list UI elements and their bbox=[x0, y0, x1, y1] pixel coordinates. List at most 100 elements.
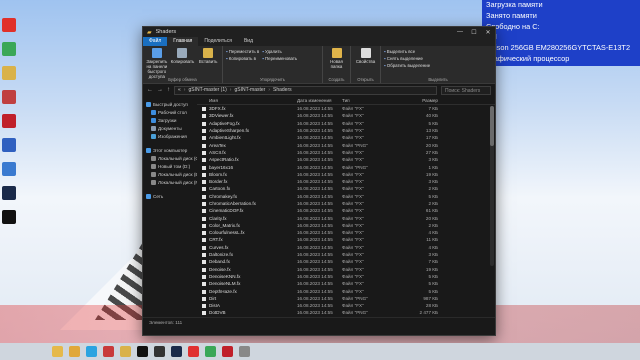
file-row[interactable]: Dirt 16.08.2023 14:55 Файл "PNG" 987 КБ bbox=[197, 295, 495, 302]
nav-item[interactable]: Изображения bbox=[143, 132, 197, 140]
nav-item[interactable]: Этот компьютер bbox=[143, 146, 197, 154]
capcut-icon[interactable] bbox=[137, 346, 148, 357]
files-icon[interactable] bbox=[120, 346, 131, 357]
photoshop-icon[interactable] bbox=[171, 346, 182, 357]
minimize-button[interactable]: — bbox=[453, 29, 467, 36]
file-row[interactable]: Deband.fx 16.08.2023 14:55 Файл "FX" 7 КБ bbox=[197, 258, 495, 265]
title-bar[interactable]: ▰ Shaders — ☐ ✕ bbox=[143, 27, 495, 37]
nav-item-icon bbox=[146, 147, 151, 153]
file-row[interactable]: Border.fx 16.08.2023 14:55 Файл "FX" 3 КБ bbox=[197, 178, 495, 185]
file-row[interactable]: AdaptiveSharpen.fx 16.08.2023 14:55 Файл "… bbox=[197, 127, 495, 134]
file-size: 5 КБ bbox=[428, 193, 438, 199]
app-icon[interactable] bbox=[2, 90, 16, 104]
move-to-button[interactable]: Переместить в bbox=[226, 49, 259, 54]
breadcrumb-item[interactable]: gSINT-master (1) bbox=[188, 87, 226, 93]
select-all-button[interactable]: Выделить все bbox=[384, 49, 430, 54]
file-row[interactable]: 3DViewer.fx 16.08.2023 14:55 Файл "FX" 40 К… bbox=[197, 112, 495, 119]
file-row[interactable]: 3DFX.fx 16.08.2023 14:55 Файл "FX" 7 КБ bbox=[197, 105, 495, 112]
file-row[interactable]: Denoise.fx 16.08.2023 14:55 Файл "FX" 19 КБ bbox=[197, 266, 495, 273]
window-icon[interactable] bbox=[2, 162, 16, 176]
close-button[interactable]: ✕ bbox=[481, 29, 495, 36]
tab-share[interactable]: Поделиться bbox=[198, 37, 238, 46]
tab-view[interactable]: Вид bbox=[238, 37, 259, 46]
breadcrumb-item[interactable]: Shaders bbox=[273, 87, 292, 93]
file-name: CinematicDOF.fx bbox=[197, 208, 297, 214]
file-row[interactable]: Daltonize.fx 16.08.2023 14:55 Файл "FX" 3 К… bbox=[197, 251, 495, 258]
breadcrumb-item[interactable]: gSINT-master bbox=[234, 87, 265, 93]
file-row[interactable]: DotDVB 16.08.2023 14:55 Файл "PNG" 2 477 КБ bbox=[197, 309, 495, 316]
file-row[interactable]: Color_Matrix.fx 16.08.2023 14:55 Файл "FX"… bbox=[197, 222, 495, 229]
file-row[interactable]: DepthHaze.fx 16.08.2023 14:55 Файл "FX" 5 К… bbox=[197, 287, 495, 294]
chrome-icon[interactable] bbox=[205, 346, 216, 357]
tab-file[interactable]: Файл bbox=[143, 37, 168, 46]
file-row[interactable]: Chromakey.fx 16.08.2023 14:55 Файл "FX" 5 К… bbox=[197, 193, 495, 200]
file-row[interactable]: DenoiseNLM.fx 16.08.2023 14:55 Файл "FX" 5 … bbox=[197, 280, 495, 287]
aida64-icon[interactable] bbox=[2, 114, 16, 128]
file-row[interactable]: AspectRatio.fx 16.08.2023 14:55 Файл "FX" 3… bbox=[197, 156, 495, 163]
column-name[interactable]: Имя bbox=[197, 98, 297, 103]
file-row[interactable]: AreaTex 16.08.2023 14:55 Файл "PNG" 20 КБ bbox=[197, 141, 495, 148]
breadcrumb[interactable]: « › gSINT-master (1) › gSINT-master › Sh… bbox=[174, 85, 437, 95]
up-arrow-icon[interactable]: ↑ bbox=[167, 87, 170, 93]
column-size[interactable]: Размер bbox=[384, 98, 444, 103]
nav-item[interactable]: Локальный диск (F:) bbox=[143, 178, 197, 186]
file-row[interactable]: Curves.fx 16.08.2023 14:55 Файл "FX" 4 КБ bbox=[197, 244, 495, 251]
file-size: 5 КБ bbox=[428, 120, 438, 126]
file-name: DenoiseNLM.fx bbox=[197, 281, 297, 287]
breadcrumb-overflow[interactable]: « bbox=[178, 87, 181, 93]
file-row[interactable]: DenoiseKNN.fx 16.08.2023 14:55 Файл "FX" 5 … bbox=[197, 273, 495, 280]
nav-item[interactable]: Загрузки bbox=[143, 116, 197, 124]
file-row[interactable]: Clarity.fx 16.08.2023 14:55 Файл "FX" 20 КБ bbox=[197, 214, 495, 221]
column-date[interactable]: Дата изменения bbox=[297, 98, 342, 103]
tab-home[interactable]: Главная bbox=[167, 37, 199, 46]
capcut-icon[interactable] bbox=[2, 210, 16, 224]
telegram-icon[interactable] bbox=[86, 346, 97, 357]
folder-icon[interactable] bbox=[69, 346, 80, 357]
nav-item[interactable]: Быстрый доступ bbox=[143, 100, 197, 108]
file-row[interactable]: ChromaticAberration.fx 16.08.2023 14:55 Фа… bbox=[197, 200, 495, 207]
explorer-icon[interactable] bbox=[52, 346, 63, 357]
opera-icon[interactable] bbox=[2, 18, 16, 32]
file-row[interactable]: ColourfulnessL.fx 16.08.2023 14:55 Файл "F… bbox=[197, 229, 495, 236]
invert-selection-button[interactable]: Обратить выделение bbox=[384, 63, 430, 68]
select-none-button[interactable]: Снять выделение bbox=[384, 56, 430, 61]
search-input[interactable]: Поиск: Shaders bbox=[441, 85, 491, 95]
aida64-icon[interactable] bbox=[222, 346, 233, 357]
nav-item[interactable]: Локальный диск (E:) bbox=[143, 170, 197, 178]
file-row[interactable]: AmbientLight.fx 16.08.2023 14:55 Файл "FX"… bbox=[197, 134, 495, 141]
copy-icon bbox=[177, 48, 188, 58]
obs-icon[interactable] bbox=[154, 346, 165, 357]
file-row[interactable]: Bloom.fx 16.08.2023 14:55 Файл "FX" 19 КБ bbox=[197, 171, 495, 178]
file-type: Файл "FX" bbox=[342, 201, 364, 206]
rename-button[interactable]: Переименовать bbox=[262, 56, 297, 61]
file-row[interactable]: bayer16x16 16.08.2023 14:55 Файл "PNG" 1 КБ bbox=[197, 163, 495, 170]
copy-to-button[interactable]: Копировать в bbox=[226, 56, 259, 61]
settings-icon[interactable] bbox=[239, 346, 250, 357]
file-row[interactable]: ASCII.fx 16.08.2023 14:55 Файл "FX" 27 КБ bbox=[197, 149, 495, 156]
yandex-icon[interactable] bbox=[188, 346, 199, 357]
chrome-icon[interactable] bbox=[2, 42, 16, 56]
file-row[interactable]: AdaptiveFog.fx 16.08.2023 14:55 Файл "FX" 5… bbox=[197, 120, 495, 127]
vertical-scrollbar[interactable] bbox=[490, 106, 494, 266]
nav-item[interactable]: Локальный диск (C:) bbox=[143, 154, 197, 162]
delete-button[interactable]: Удалить bbox=[262, 49, 297, 54]
maximize-button[interactable]: ☐ bbox=[467, 29, 481, 36]
copy-label: Копировать bbox=[170, 59, 195, 64]
file-icon[interactable] bbox=[2, 66, 16, 80]
nav-item[interactable]: Сеть bbox=[143, 192, 197, 200]
explorer-window[interactable]: ▰ Shaders — ☐ ✕ Файл Главная Поделиться … bbox=[142, 26, 496, 336]
nav-item[interactable]: Новый том (D:) bbox=[143, 162, 197, 170]
file-row[interactable]: CinematicDOF.fx 16.08.2023 14:55 Файл "FX"… bbox=[197, 207, 495, 214]
back-arrow-icon[interactable]: ← bbox=[147, 87, 153, 93]
column-type[interactable]: Тип bbox=[342, 98, 384, 103]
file-row[interactable]: Cartoon.fx 16.08.2023 14:55 Файл "FX" 2 КБ bbox=[197, 185, 495, 192]
sysmon-line: Phison 256GB EM280256GYTCTAS-E13T2 bbox=[486, 43, 631, 53]
save-icon[interactable] bbox=[2, 138, 16, 152]
forward-arrow-icon[interactable]: → bbox=[157, 87, 163, 93]
photoshop-icon[interactable] bbox=[2, 186, 16, 200]
nav-item[interactable]: Документы bbox=[143, 124, 197, 132]
nav-item[interactable]: Рабочий стол bbox=[143, 108, 197, 116]
file-row[interactable]: CRT.fx 16.08.2023 14:55 Файл "FX" 11 КБ bbox=[197, 236, 495, 243]
file-row[interactable]: DisIA 16.08.2023 14:55 Файл "FX" 28 КБ bbox=[197, 302, 495, 309]
app-icon[interactable] bbox=[103, 346, 114, 357]
